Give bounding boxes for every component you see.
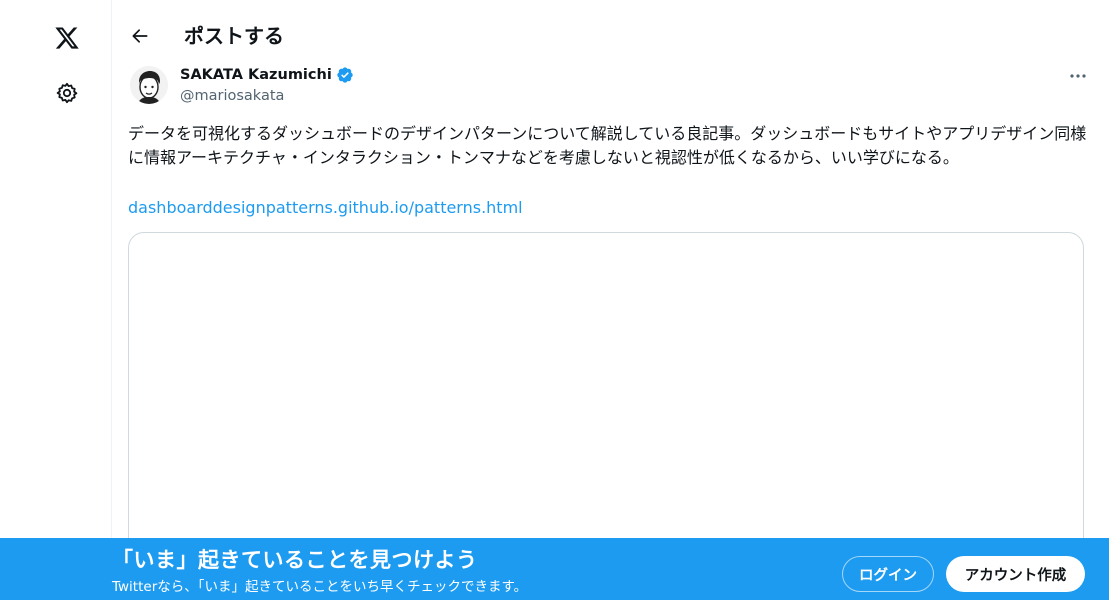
signup-button[interactable]: アカウント作成 [946, 556, 1085, 592]
name-line: SAKATA Kazumichi [180, 66, 354, 84]
page-title: ポストする [184, 24, 284, 48]
display-name[interactable]: SAKATA Kazumichi [180, 66, 332, 84]
arrow-left-icon[interactable] [126, 22, 154, 50]
tweet-author: SAKATA Kazumichi @mariosakata [130, 66, 1092, 110]
banner-title: 「いま」起きていることを見つけよう [112, 548, 478, 572]
avatar[interactable] [130, 66, 168, 104]
left-rail [0, 0, 112, 600]
x-logo-icon[interactable] [50, 22, 84, 54]
main-column: ポストする SAKATA Kazumichi @mariosakata データを… [112, 0, 1109, 600]
verified-badge-icon [336, 66, 354, 84]
login-button[interactable]: ログイン [842, 556, 934, 592]
tweet-text: データを可視化するダッシュボードのデザインパターンについて解説している良記事。ダ… [128, 124, 1087, 167]
signup-banner: 「いま」起きていることを見つけよう Twitterなら、「いま」起きていることを… [0, 538, 1109, 600]
gear-icon[interactable] [52, 78, 82, 108]
author-handle[interactable]: @mariosakata [180, 87, 284, 105]
top-bar: ポストする [112, 14, 1109, 58]
link-preview-card[interactable] [128, 232, 1084, 562]
banner-subtitle: Twitterなら、「いま」起きていることをいち早くチェックできます。 [112, 579, 528, 595]
tweet-link[interactable]: dashboarddesignpatterns.github.io/patter… [128, 196, 523, 220]
more-horizontal-icon[interactable] [1064, 66, 1092, 86]
